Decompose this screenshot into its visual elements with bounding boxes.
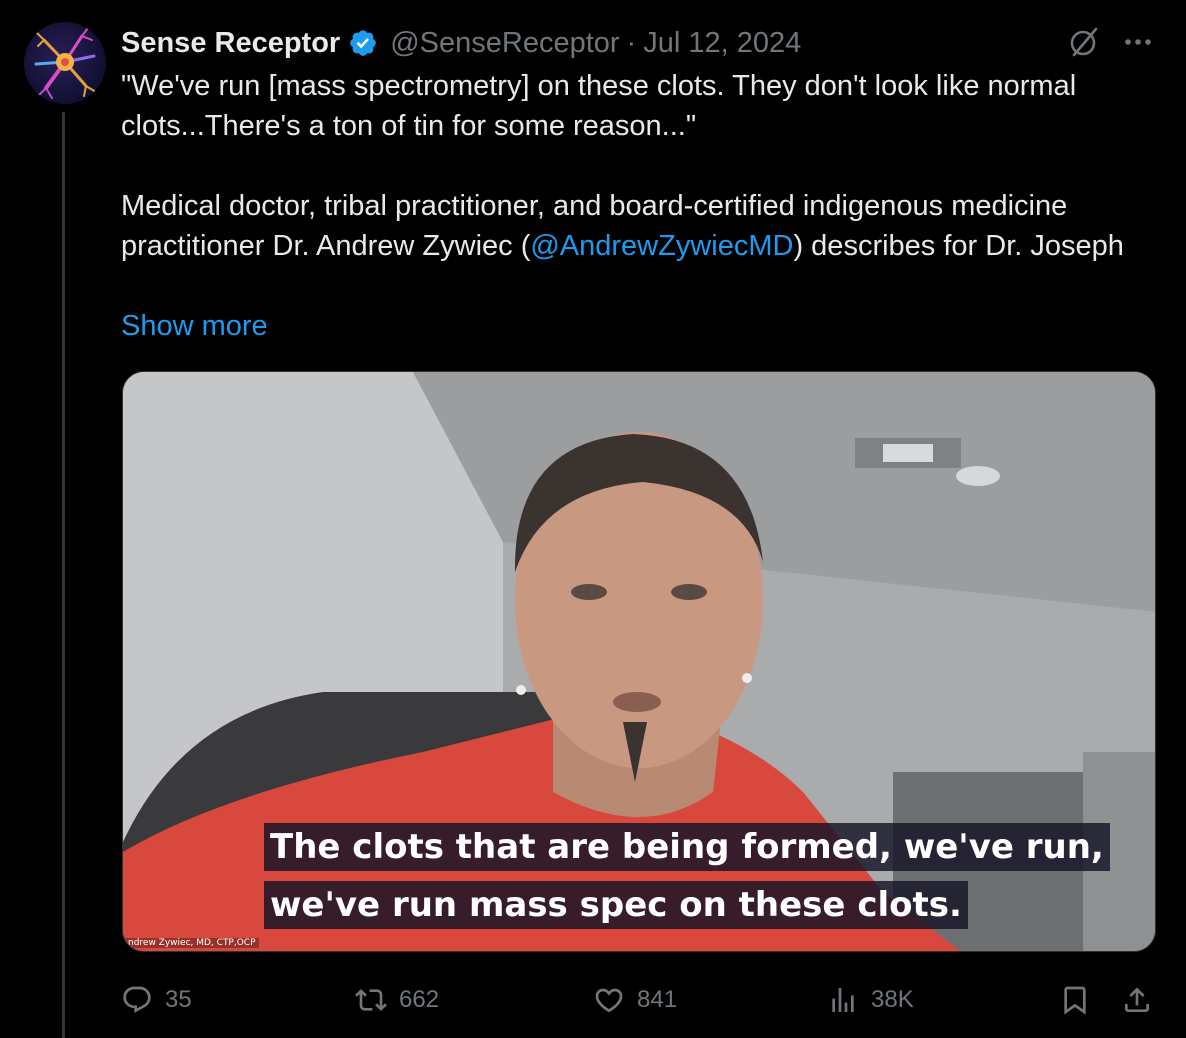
heart-icon bbox=[595, 988, 623, 1013]
action-bar: 35 662 841 38K bbox=[121, 978, 1161, 1022]
avatar[interactable] bbox=[24, 22, 106, 104]
grok-icon[interactable] bbox=[1066, 24, 1102, 60]
header-separator: · bbox=[626, 26, 637, 59]
tweet-body: Medical doctor, tribal practitioner, and… bbox=[121, 186, 1161, 266]
thread-line bbox=[62, 112, 65, 1038]
tweet-header: Sense Receptor @SenseReceptor · Jul 12, … bbox=[121, 24, 801, 62]
smoke-detector bbox=[956, 466, 1000, 486]
share-button[interactable] bbox=[1121, 978, 1153, 1022]
tweet-text: "We've run [mass spectrometry] on these … bbox=[121, 66, 1161, 266]
bookmark-button[interactable] bbox=[1059, 978, 1091, 1022]
bookmark-icon bbox=[1064, 986, 1086, 1015]
tweet-date[interactable]: Jul 12, 2024 bbox=[643, 27, 801, 60]
reply-icon bbox=[123, 986, 151, 1013]
reply-count: 35 bbox=[165, 986, 192, 1013]
video-player[interactable]: The clots that are being formed, we've r… bbox=[122, 371, 1156, 952]
author-name[interactable]: Sense Receptor bbox=[121, 27, 340, 60]
repost-icon bbox=[355, 989, 387, 1011]
like-count: 841 bbox=[637, 986, 678, 1013]
like-button[interactable]: 841 bbox=[593, 978, 677, 1022]
repost-count: 662 bbox=[399, 986, 440, 1013]
video-nameplate: ndrew Zywiec, MD, CTP,OCP bbox=[125, 938, 259, 948]
verified-badge-icon bbox=[350, 30, 377, 56]
tweet-quote: "We've run [mass spectrometry] on these … bbox=[121, 70, 1077, 142]
author-handle[interactable]: @SenseReceptor bbox=[390, 27, 619, 60]
views-button[interactable]: 38K bbox=[827, 978, 914, 1022]
show-more-link[interactable]: Show more bbox=[121, 306, 268, 346]
reply-button[interactable]: 35 bbox=[121, 978, 192, 1022]
mention-link[interactable]: @AndrewZywiecMD bbox=[530, 230, 793, 262]
views-count: 38K bbox=[871, 986, 914, 1013]
more-options-icon[interactable] bbox=[1120, 26, 1156, 58]
share-icon bbox=[1125, 987, 1149, 1012]
video-caption-line-1: The clots that are being formed, we've r… bbox=[264, 823, 1110, 871]
video-caption-line-2: we've run mass spec on these clots. bbox=[264, 881, 968, 929]
neuron-logo-icon bbox=[34, 27, 97, 99]
tweet-body-text-end: ) describes for Dr. Joseph bbox=[793, 230, 1124, 262]
repost-button[interactable]: 662 bbox=[355, 978, 439, 1022]
views-chart-icon bbox=[832, 988, 854, 1012]
